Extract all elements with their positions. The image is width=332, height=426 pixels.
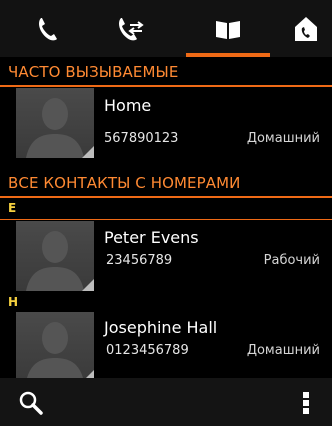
section-header-all-contacts: ВСЕ КОНТАКТЫ С НОМЕРАМИ (0, 170, 332, 198)
tab-home[interactable] (286, 0, 326, 57)
contact-name: Peter Evens (104, 228, 199, 247)
search-icon (19, 391, 43, 415)
contact-row-home[interactable]: Home 567890123 Домашний (0, 87, 332, 159)
avatar (16, 88, 94, 158)
bottom-action-bar (0, 378, 332, 426)
avatar (16, 221, 94, 291)
letter-header-e: E (0, 199, 332, 220)
letter-label: H (8, 295, 19, 309)
contact-number-type: Рабочий (263, 253, 320, 268)
avatar-corner (82, 146, 94, 158)
contact-name: Josephine Hall (104, 318, 218, 337)
contact-number: 567890123 (104, 131, 179, 146)
contact-number-type: Домашний (246, 343, 320, 358)
contact-number: 23456789 (106, 253, 173, 268)
more-vertical-icon (303, 392, 309, 414)
contact-number-type: Домашний (246, 131, 320, 146)
tab-phonebook[interactable] (186, 0, 270, 57)
contact-name: Home (104, 96, 152, 115)
search-button[interactable] (18, 390, 44, 416)
avatar-corner (82, 279, 94, 291)
phonebook-icon (216, 20, 240, 39)
avatar (16, 312, 94, 382)
contact-row-josephine-hall[interactable]: Josephine Hall 0123456789 Домашний (0, 312, 332, 382)
more-options-button[interactable] (298, 388, 314, 418)
tab-call-transfer[interactable] (100, 0, 160, 57)
contact-row-peter-evens[interactable]: Peter Evens 23456789 Рабочий (0, 221, 332, 291)
active-tab-indicator (186, 53, 270, 57)
top-tab-bar (0, 0, 332, 57)
home-phone-icon (295, 16, 317, 41)
section-header-frequent: ЧАСТО ВЫЗЫВАЕМЫЕ (0, 59, 332, 87)
section-title: ВСЕ КОНТАКТЫ С НОМЕРАМИ (8, 174, 241, 192)
section-title: ЧАСТО ВЫЗЫВАЕМЫЕ (8, 63, 179, 81)
letter-label: E (8, 201, 17, 215)
letter-header-h: H (0, 293, 332, 314)
tab-calls[interactable] (18, 0, 78, 57)
phone-transfer-icon (119, 17, 144, 40)
phone-icon (39, 17, 57, 40)
contact-number: 0123456789 (106, 343, 189, 358)
